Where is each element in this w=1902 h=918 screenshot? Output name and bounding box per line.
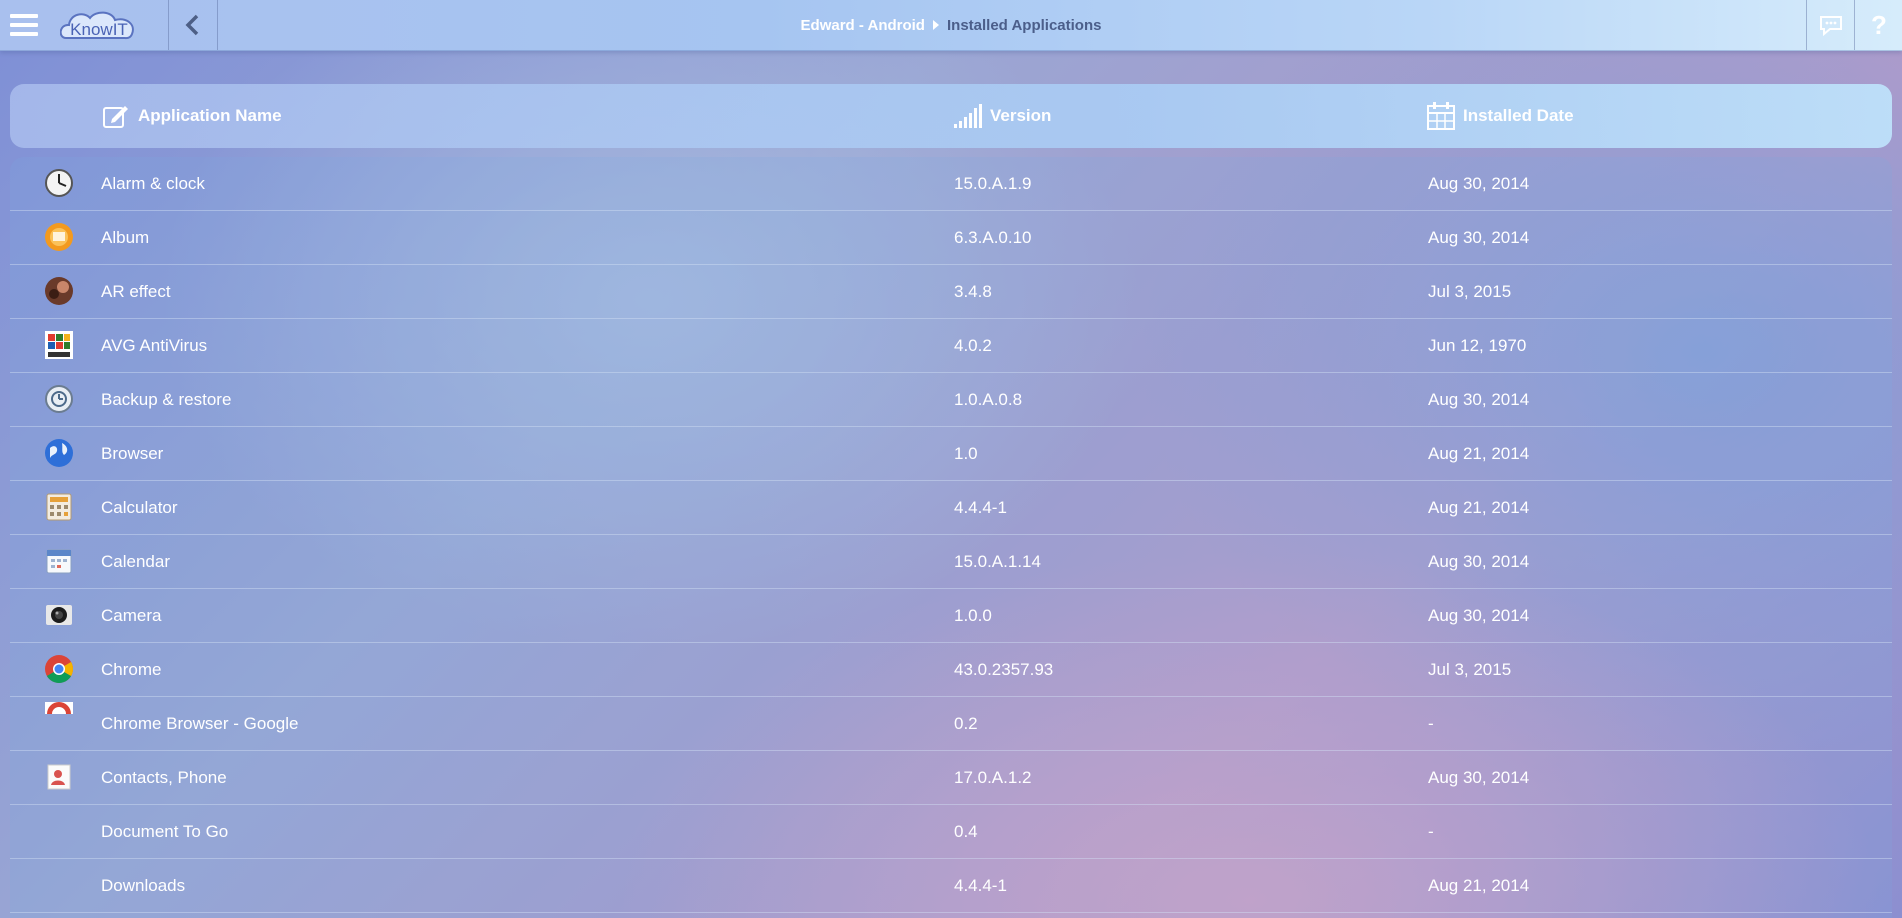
- clock-icon: [45, 169, 73, 197]
- calculator-icon: [46, 493, 72, 521]
- top-bar: KnowIT Edward - Android Installed Applic…: [0, 0, 1902, 51]
- table-row[interactable]: Backup & restore 1.0.A.0.8 Aug 30, 2014: [10, 373, 1892, 427]
- avg-antivirus-icon: [45, 331, 73, 359]
- app-version: 0.4: [954, 822, 978, 841]
- app-name: Document To Go: [101, 822, 229, 841]
- column-header-date[interactable]: Installed Date: [1427, 84, 1574, 148]
- app-installed-date: Aug 30, 2014: [1428, 552, 1530, 571]
- app-version: 4.0.2: [954, 336, 992, 355]
- column-header-version-label: Version: [990, 106, 1052, 125]
- app-table-body: Alarm & clock 15.0.A.1.9 Aug 30, 2014 Al…: [10, 157, 1892, 918]
- app-version: 4.4.4-1: [954, 498, 1007, 517]
- contacts-icon: [47, 764, 71, 790]
- app-name: Downloads: [101, 876, 186, 895]
- app-installed-date: Aug 30, 2014: [1428, 174, 1530, 193]
- app-version: 3.4.8: [954, 282, 992, 301]
- column-header-version[interactable]: Version: [954, 84, 1051, 148]
- ar-effect-icon: [45, 277, 73, 305]
- app-name: Album: [101, 228, 150, 247]
- app-version: 6.3.A.0.10: [954, 228, 1032, 247]
- divider: [217, 0, 218, 50]
- app-installed-date: Aug 30, 2014: [1428, 228, 1530, 247]
- app-installed-date: Aug 30, 2014: [1428, 390, 1530, 409]
- signal-bars-icon: [954, 104, 982, 128]
- browser-globe-icon: [45, 439, 73, 467]
- app-installed-date: -: [1428, 822, 1434, 841]
- table-row[interactable]: Calendar 15.0.A.1.14 Aug 30, 2014: [10, 535, 1892, 589]
- app-version: 15.0.A.1.14: [954, 552, 1041, 571]
- breadcrumb-device-link[interactable]: Edward - Android: [801, 17, 925, 34]
- app-installed-date: -: [1428, 714, 1434, 733]
- table-row[interactable]: Downloads 4.4.4-1 Aug 21, 2014: [10, 859, 1892, 913]
- app-name: Browser: [101, 444, 164, 463]
- app-installed-date: Aug 21, 2014: [1428, 444, 1530, 463]
- breadcrumb: Edward - Android Installed Applications: [0, 0, 1902, 50]
- app-version: 1.0.A.0.8: [954, 390, 1023, 409]
- help-button[interactable]: ?: [1856, 0, 1902, 50]
- chrome-icon: [45, 655, 73, 683]
- backup-restore-icon: [45, 385, 73, 413]
- camera-icon: [46, 605, 72, 625]
- calendar-icon: [46, 549, 72, 574]
- table-row[interactable]: Browser 1.0 Aug 21, 2014: [10, 427, 1892, 481]
- app-installed-date: Aug 30, 2014: [1428, 768, 1530, 787]
- table-row[interactable]: AR effect 3.4.8 Jul 3, 2015: [10, 265, 1892, 319]
- hamburger-menu-icon[interactable]: [0, 0, 48, 50]
- app-name: Calculator: [101, 498, 178, 517]
- back-button[interactable]: [170, 0, 216, 50]
- app-name: AVG AntiVirus: [101, 336, 208, 355]
- app-installed-date: Aug 21, 2014: [1428, 498, 1530, 517]
- svg-text:KnowIT: KnowIT: [70, 20, 128, 39]
- divider: [1854, 0, 1855, 50]
- album-icon: [45, 223, 73, 251]
- divider: [168, 0, 169, 50]
- app-installed-date: Jul 3, 2015: [1428, 660, 1512, 679]
- table-row[interactable]: Document To Go 0.4 -: [10, 805, 1892, 859]
- chat-bubble-icon: [1820, 16, 1842, 36]
- app-name: Contacts, Phone: [101, 768, 227, 787]
- table-row[interactable]: AVG AntiVirus 4.0.2 Jun 12, 1970: [10, 319, 1892, 373]
- app-name: Chrome Browser - Google: [101, 714, 299, 733]
- app-version: 1.0: [954, 444, 978, 463]
- app-installed-date: Aug 30, 2014: [1428, 606, 1530, 625]
- column-header-date-label: Installed Date: [1463, 106, 1574, 125]
- chat-button[interactable]: [1808, 0, 1854, 50]
- table-row[interactable]: Album 6.3.A.0.10 Aug 30, 2014: [10, 211, 1892, 265]
- breadcrumb-current-page: Installed Applications: [946, 16, 1102, 34]
- app-name: Backup & restore: [101, 390, 232, 409]
- app-version: 17.0.A.1.2: [954, 768, 1032, 787]
- app-installed-date: Jul 3, 2015: [1428, 282, 1512, 301]
- app-version: 43.0.2357.93: [954, 660, 1054, 679]
- chevron-left-icon: [185, 14, 199, 36]
- table-row[interactable]: Calculator 4.4.4-1 Aug 21, 2014: [10, 481, 1892, 535]
- app-version: 15.0.A.1.9: [954, 174, 1032, 193]
- app-version: 0.2: [954, 714, 978, 733]
- chrome-partial-icon: [45, 702, 73, 714]
- calendar-grid-icon: [1427, 102, 1455, 130]
- app-installed-date: Aug 21, 2014: [1428, 876, 1530, 895]
- table-row[interactable]: Camera 1.0.0 Aug 30, 2014: [10, 589, 1892, 643]
- app-name: AR effect: [101, 282, 171, 301]
- knowit-logo[interactable]: KnowIT: [59, 8, 138, 44]
- edit-icon: [103, 106, 128, 128]
- app-name: Chrome: [101, 660, 162, 679]
- table-row[interactable]: Alarm & clock 15.0.A.1.9 Aug 30, 2014: [10, 157, 1892, 211]
- app-version: 1.0.0: [954, 606, 992, 625]
- app-version: 4.4.4-1: [954, 876, 1007, 895]
- app-name: Camera: [101, 606, 162, 625]
- app-name: Calendar: [101, 552, 170, 571]
- column-header-name[interactable]: Application Name: [102, 84, 282, 148]
- column-header-name-label: Application Name: [138, 106, 282, 125]
- table-row[interactable]: Contacts, Phone 17.0.A.1.2 Aug 30, 2014: [10, 751, 1892, 805]
- table-header: Application Name Version Installed Date: [10, 84, 1892, 148]
- breadcrumb-arrow-icon: [932, 20, 939, 30]
- table-row[interactable]: Chrome 43.0.2357.93 Jul 3, 2015: [10, 643, 1892, 697]
- divider: [1806, 0, 1807, 50]
- table-row[interactable]: Chrome Browser - Google 0.2 -: [10, 697, 1892, 751]
- app-name: Alarm & clock: [101, 174, 205, 193]
- app-installed-date: Jun 12, 1970: [1428, 336, 1527, 355]
- help-question-icon: ?: [1871, 9, 1887, 40]
